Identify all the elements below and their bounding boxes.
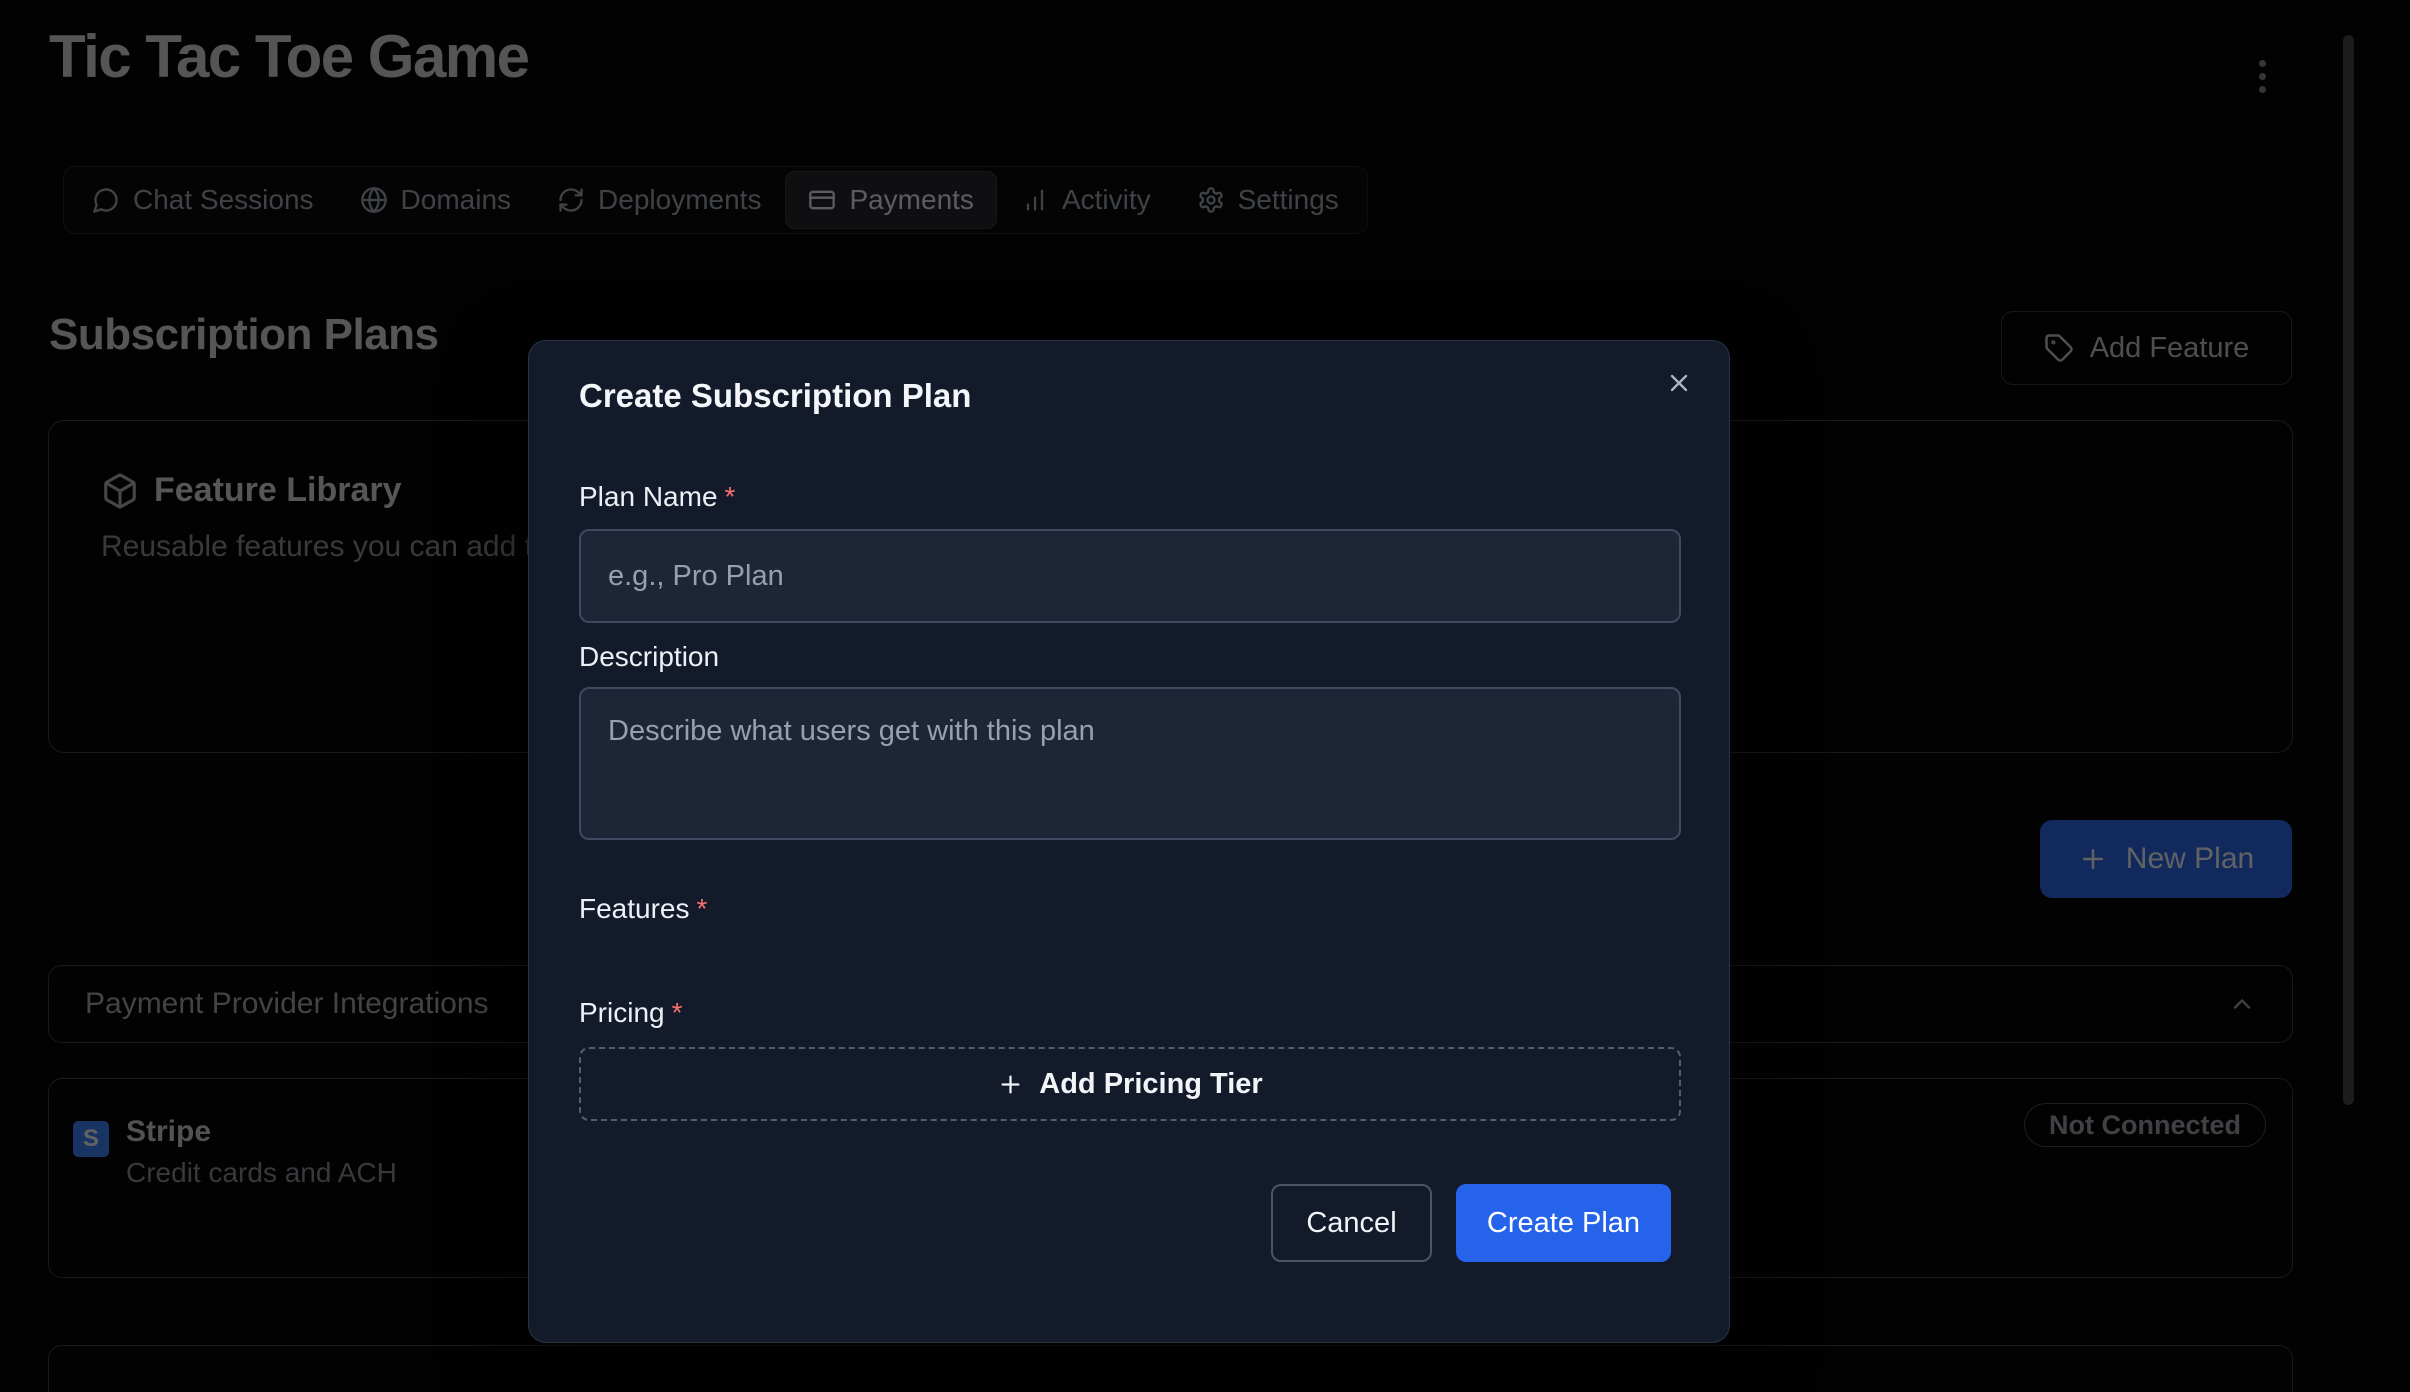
description-label: Description bbox=[579, 641, 719, 673]
required-marker: * bbox=[725, 481, 736, 512]
cancel-button[interactable]: Cancel bbox=[1271, 1184, 1432, 1262]
plan-name-label: Plan Name* bbox=[579, 481, 735, 513]
features-label: Features* bbox=[579, 893, 707, 925]
description-textarea[interactable] bbox=[579, 687, 1681, 840]
plan-name-input[interactable] bbox=[579, 529, 1681, 623]
add-pricing-tier-button[interactable]: Add Pricing Tier bbox=[579, 1047, 1681, 1121]
close-button[interactable] bbox=[1655, 359, 1703, 407]
modal-footer: Cancel Create Plan bbox=[1271, 1184, 1671, 1262]
add-pricing-tier-label: Add Pricing Tier bbox=[1039, 1068, 1262, 1101]
required-marker: * bbox=[697, 893, 708, 924]
create-subscription-plan-modal: Create Subscription Plan Plan Name* Desc… bbox=[528, 340, 1730, 1343]
create-plan-button[interactable]: Create Plan bbox=[1456, 1184, 1671, 1262]
required-marker: * bbox=[672, 997, 683, 1028]
modal-title: Create Subscription Plan bbox=[579, 377, 971, 415]
close-icon bbox=[1665, 369, 1693, 397]
pricing-label: Pricing* bbox=[579, 997, 683, 1029]
plus-icon bbox=[997, 1071, 1024, 1098]
